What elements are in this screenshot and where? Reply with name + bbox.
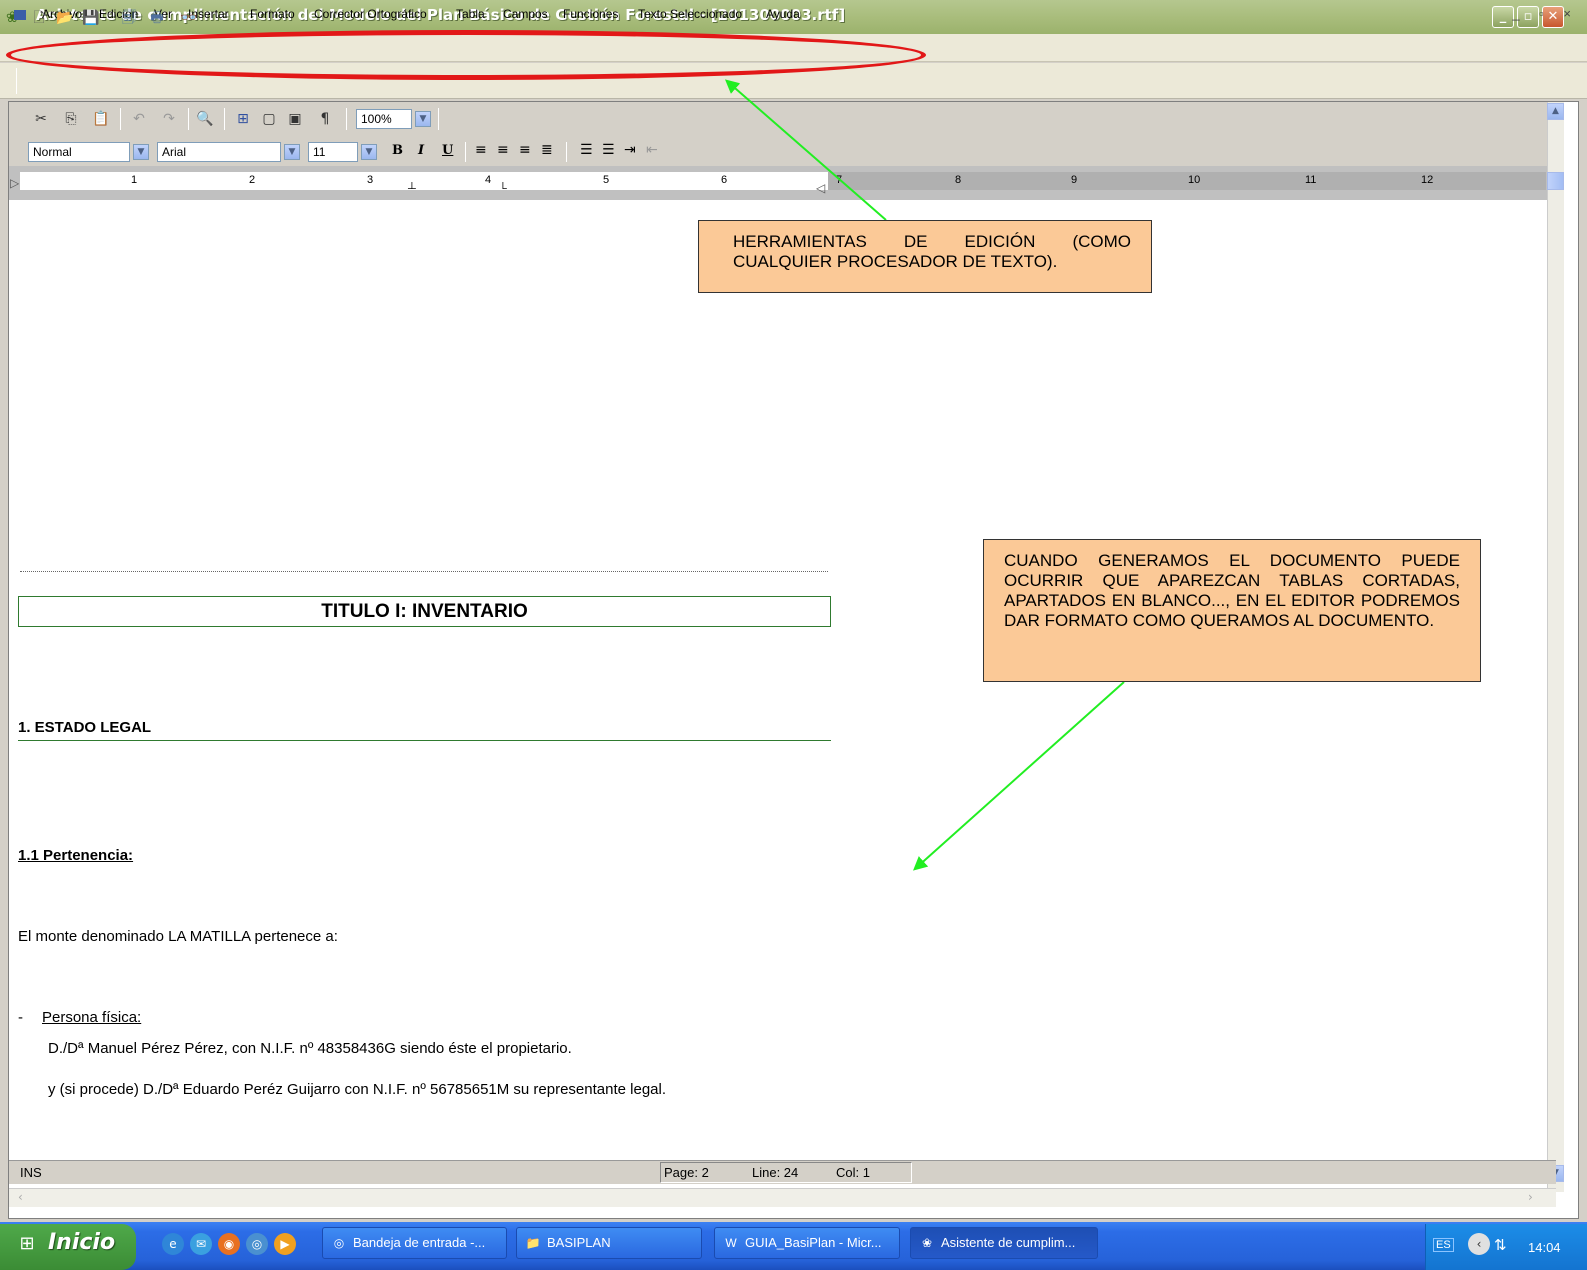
task-asistente[interactable]: ❀ Asistente de cumplim... [910, 1227, 1098, 1259]
arrow-to-menu [724, 79, 887, 221]
task-label: Bandeja de entrada -... [353, 1235, 486, 1250]
task-label: Asistente de cumplim... [941, 1235, 1076, 1250]
task-word[interactable]: W GUIA_BasiPlan - Micr... [714, 1227, 900, 1259]
arrow-to-document [913, 681, 1125, 871]
messenger-icon[interactable]: ✉ [190, 1233, 212, 1255]
task-outlook[interactable]: ◎ Bandeja de entrada -... [322, 1227, 507, 1259]
task-label: BASIPLAN [547, 1235, 611, 1250]
app-icon: ❀ [921, 1236, 933, 1250]
outlook-icon[interactable]: ◎ [246, 1233, 268, 1255]
firefox-icon[interactable]: ◉ [218, 1233, 240, 1255]
mail-icon: ◎ [333, 1236, 345, 1250]
callout-editing-tools: HERRAMIENTAS DE EDICIÓN (COMO CUALQUIER … [698, 220, 1152, 293]
task-basiplan[interactable]: 📁 BASIPLAN [516, 1227, 702, 1259]
folder-icon: 📁 [525, 1236, 541, 1250]
clock: 14:04 [1528, 1240, 1561, 1255]
language-indicator[interactable]: ES [1433, 1238, 1454, 1252]
network-icon[interactable]: ⇅ [1494, 1236, 1507, 1254]
callout-formatting-note: CUANDO GENERAMOS EL DOCUMENTO PUEDE OCUR… [983, 539, 1481, 682]
ie-icon[interactable]: e [162, 1233, 184, 1255]
media-icon[interactable]: ▶ [274, 1233, 296, 1255]
word-icon: W [725, 1236, 737, 1250]
tray-arrow-icon[interactable]: ‹ [1468, 1233, 1490, 1255]
windows-logo-icon: ⊞ [19, 1233, 35, 1254]
start-label: Inicio [48, 1230, 116, 1255]
task-label: GUIA_BasiPlan - Micr... [745, 1235, 882, 1250]
